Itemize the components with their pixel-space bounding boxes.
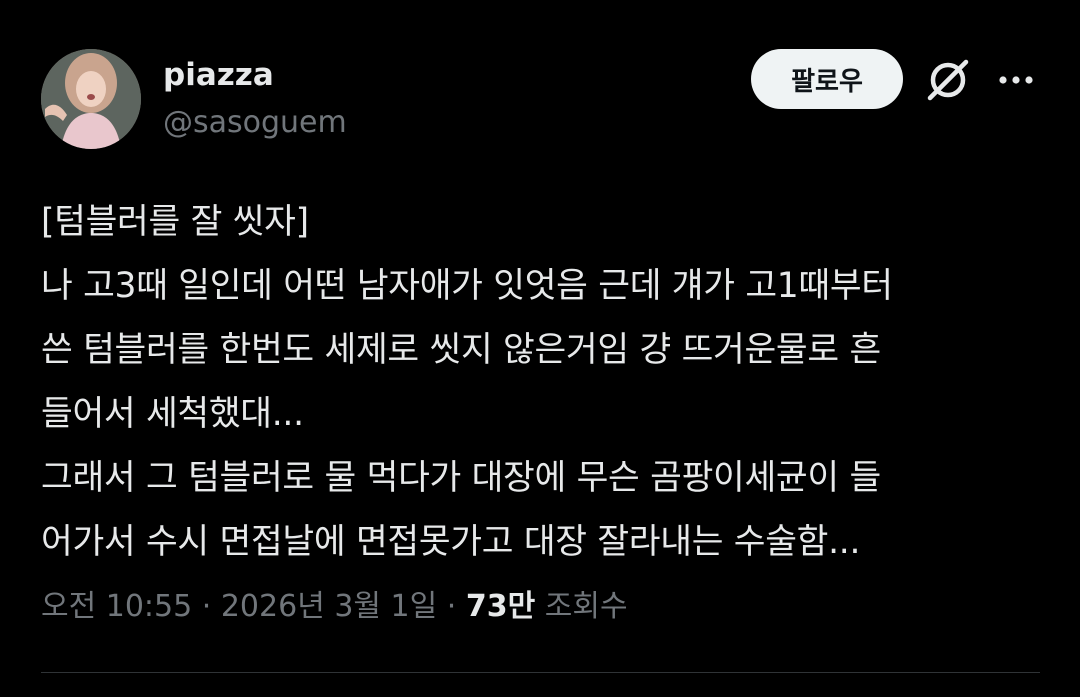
tweet-line: 나 고3때 일인데 어떤 남자애가 잇엇음 근데 걔가 고1때부터	[41, 266, 893, 306]
more-icon[interactable]	[996, 62, 1036, 98]
tweet-meta: 오전 10:55 · 2026년 3월 1일 · 73만 조회수	[41, 585, 628, 629]
avatar-photo	[41, 49, 141, 149]
avatar[interactable]	[41, 49, 141, 149]
views-label: 조회수	[544, 589, 628, 624]
tweet-date[interactable]: 2026년 3월 1일	[221, 589, 437, 624]
tweet-text: [텀블러를 잘 씻자] 나 고3때 일인데 어떤 남자애가 잇엇음 근데 걔가 …	[41, 190, 1041, 574]
more-icon-graphic	[999, 76, 1033, 84]
tweet-line: 그래서 그 텀블러로 물 먹다가 대장에 무슨 곰팡이세균이 들	[41, 458, 881, 498]
divider	[41, 672, 1040, 673]
grok-icon[interactable]	[922, 54, 974, 106]
tweet-line: [텀블러를 잘 씻자]	[41, 202, 309, 242]
meta-separator: ·	[201, 589, 212, 624]
meta-separator: ·	[446, 589, 457, 624]
author-handle[interactable]: @sasoguem	[163, 103, 347, 143]
tweet-line: 들어서 세척했대...	[41, 394, 304, 434]
author-display-name[interactable]: piazza	[163, 55, 274, 95]
tweet-time[interactable]: 오전 10:55	[41, 589, 192, 624]
grok-icon-graphic	[927, 59, 969, 101]
views-count[interactable]: 73만	[466, 589, 535, 624]
follow-button[interactable]: 팔로우	[751, 49, 903, 109]
tweet-line: 어가서 수시 면접날에 면접못가고 대장 잘라내는 수술함...	[41, 522, 861, 562]
tweet-line: 쓴 텀블러를 한번도 세제로 씻지 않은거임 걍 뜨거운물로 흔	[41, 330, 881, 370]
